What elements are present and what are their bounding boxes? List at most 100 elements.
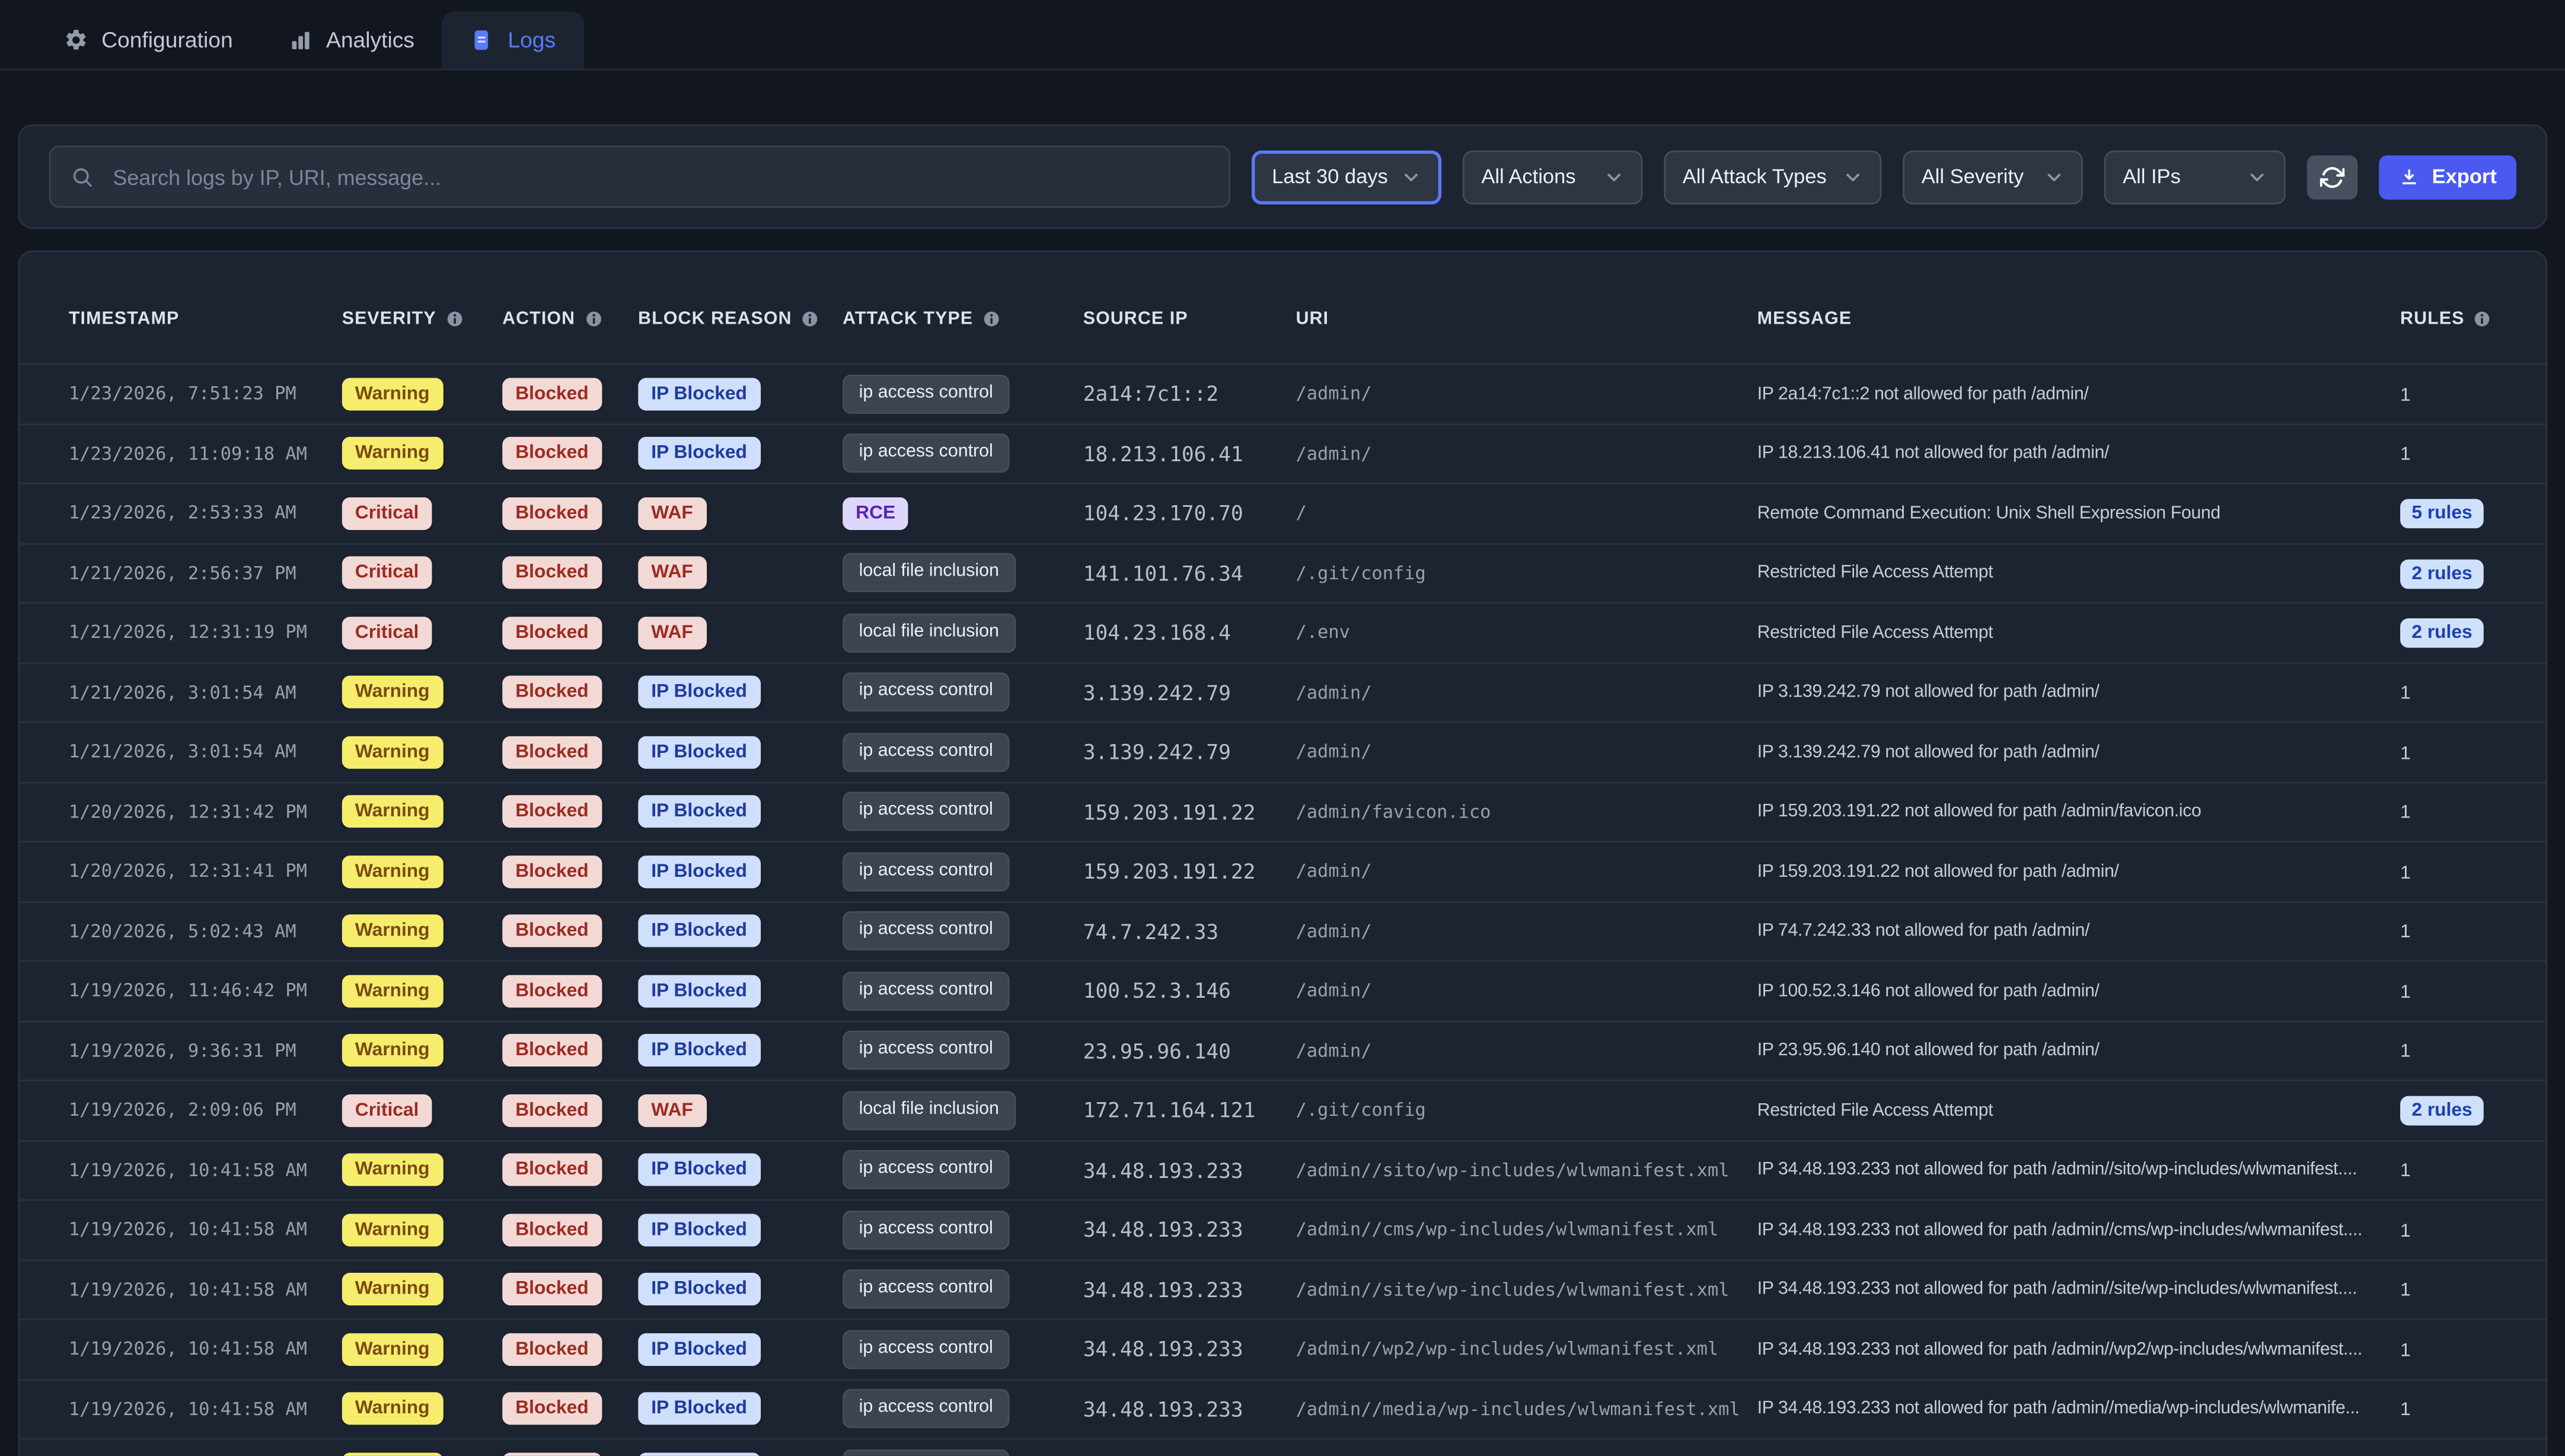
action-badge: Blocked	[502, 855, 602, 888]
timestamp-cell: 1/19/2026, 10:41:58 AM	[69, 1339, 342, 1360]
tab-configuration[interactable]: Configuration	[36, 11, 261, 69]
action-badge: Blocked	[502, 437, 602, 470]
table-row[interactable]: 1/19/2026, 10:41:58 AM Warning Blocked I…	[20, 1139, 2546, 1199]
chevron-down-icon	[2247, 166, 2269, 187]
table-row[interactable]: 1/20/2026, 5:02:43 AM Warning Blocked IP…	[20, 901, 2546, 960]
search-input[interactable]	[110, 163, 1210, 191]
attack-type-badge: ip access control	[843, 912, 1009, 951]
column-header-rules: RULES	[2400, 309, 2497, 329]
rules-cell: 2 rules	[2400, 618, 2484, 649]
action-badge: Blocked	[502, 676, 602, 709]
info-icon[interactable]	[444, 309, 464, 329]
severity-select[interactable]: All Severity	[1903, 149, 2084, 203]
severity-badge: Critical	[342, 1094, 432, 1127]
table-row[interactable]: 1/19/2026, 10:41:58 AM Warning Blocked I…	[20, 1199, 2546, 1259]
gear-icon	[64, 28, 88, 52]
uri-cell: /admin/	[1296, 742, 1757, 763]
tab-analytics[interactable]: Analytics	[261, 11, 442, 69]
table-row[interactable]: 1/19/2026, 10:41:58 AM Warning Blocked I…	[20, 1259, 2546, 1318]
attack-types-value: All Attack Types	[1683, 165, 1827, 189]
rules-cell: 1	[2400, 983, 2411, 1002]
timestamp-cell: 1/20/2026, 12:31:41 PM	[69, 861, 342, 882]
info-icon[interactable]	[2473, 309, 2492, 329]
chevron-down-icon	[2044, 166, 2066, 187]
info-icon[interactable]	[800, 309, 819, 329]
table-row[interactable]: 1/21/2026, 2:56:37 PM Critical Blocked W…	[20, 542, 2546, 602]
table-row[interactable]: 1/19/2026, 2:09:06 PM Critical Blocked W…	[20, 1080, 2546, 1139]
source-ip-cell: 34.48.193.233	[1083, 1337, 1296, 1361]
table-row[interactable]: 1/23/2026, 7:51:23 PM Warning Blocked IP…	[20, 363, 2546, 423]
message-cell: IP 34.48.193.233 not allowed for path /a…	[1757, 1339, 2400, 1359]
ips-value: All IPs	[2123, 165, 2181, 189]
date-range-select[interactable]: Last 30 days	[1252, 149, 1442, 203]
source-ip-cell: 141.101.76.34	[1083, 561, 1296, 585]
info-icon[interactable]	[981, 309, 1001, 329]
column-header-message: MESSAGE	[1757, 309, 2400, 329]
uri-cell: /admin//wp2/wp-includes/wlwmanifest.xml	[1296, 1339, 1757, 1360]
message-cell: IP 34.48.193.233 not allowed for path /a…	[1757, 1399, 2400, 1419]
uri-cell: /admin//site/wp-includes/wlwmanifest.xml	[1296, 1279, 1757, 1300]
timestamp-cell: 1/21/2026, 2:56:37 PM	[69, 563, 342, 584]
source-ip-cell: 3.139.242.79	[1083, 680, 1296, 704]
severity-badge: Warning	[342, 855, 443, 888]
uri-cell: /admin//cms/wp-includes/wlwmanifest.xml	[1296, 1219, 1757, 1240]
table-row[interactable]: 1/19/2026, 9:36:31 PM Warning Blocked IP…	[20, 1020, 2546, 1080]
rules-cell: 1	[2400, 445, 2411, 465]
table-row[interactable]: 1/20/2026, 12:31:42 PM Warning Blocked I…	[20, 781, 2546, 841]
uri-cell: /admin/	[1296, 1040, 1757, 1061]
attack-type-badge: ip access control	[843, 972, 1009, 1011]
filters-panel: Last 30 days All Actions All Attack Type…	[18, 124, 2547, 229]
table-row[interactable]: 1/19/2026, 10:41:58 AM Warning Blocked I…	[20, 1438, 2546, 1456]
block-reason-badge: IP Blocked	[638, 437, 760, 470]
refresh-button[interactable]	[2308, 155, 2359, 199]
ips-select[interactable]: All IPs	[2105, 149, 2286, 203]
uri-cell: /admin/	[1296, 383, 1757, 404]
table-row[interactable]: 1/19/2026, 10:41:58 AM Warning Blocked I…	[20, 1378, 2546, 1438]
refresh-icon	[2321, 164, 2345, 189]
table-row[interactable]: 1/23/2026, 11:09:18 AM Warning Blocked I…	[20, 423, 2546, 483]
block-reason-badge: IP Blocked	[638, 1452, 760, 1456]
uri-cell: /admin//media/wp-includes/wlwmanifest.xm…	[1296, 1398, 1757, 1420]
message-cell: IP 159.203.191.22 not allowed for path /…	[1757, 862, 2400, 882]
info-icon[interactable]	[583, 309, 603, 329]
block-reason-badge: IP Blocked	[638, 377, 760, 410]
table-row[interactable]: 1/19/2026, 11:46:42 PM Warning Blocked I…	[20, 960, 2546, 1020]
column-header-timestamp: TIMESTAMP	[69, 309, 342, 329]
source-ip-cell: 159.203.191.22	[1083, 800, 1296, 824]
timestamp-cell: 1/20/2026, 5:02:43 AM	[69, 921, 342, 942]
table-row[interactable]: 1/21/2026, 3:01:54 AM Warning Blocked IP…	[20, 662, 2546, 721]
tab-logs[interactable]: Logs	[442, 11, 583, 69]
message-cell: Restricted File Access Attempt	[1757, 1100, 2400, 1120]
export-button[interactable]: Export	[2379, 155, 2516, 199]
table-row[interactable]: 1/20/2026, 12:31:41 PM Warning Blocked I…	[20, 841, 2546, 901]
uri-cell: /admin/	[1296, 443, 1757, 464]
search-icon	[71, 164, 95, 189]
attack-type-badge: ip access control	[843, 852, 1009, 891]
severity-badge: Warning	[342, 1213, 443, 1246]
attack-type-badge: local file inclusion	[843, 1091, 1015, 1130]
log-table-panel: TIMESTAMP SEVERITY ACTION BLOCK REASON A…	[18, 250, 2547, 1456]
attack-types-select[interactable]: All Attack Types	[1664, 149, 1882, 203]
actions-select[interactable]: All Actions	[1463, 149, 1644, 203]
severity-badge: Warning	[342, 377, 443, 410]
block-reason-badge: IP Blocked	[638, 795, 760, 828]
attack-type-badge: ip access control	[843, 793, 1009, 832]
timestamp-cell: 1/19/2026, 2:09:06 PM	[69, 1100, 342, 1121]
attack-type-badge: ip access control	[843, 733, 1009, 772]
source-ip-cell: 34.48.193.233	[1083, 1277, 1296, 1301]
message-cell: IP 100.52.3.146 not allowed for path /ad…	[1757, 981, 2400, 1001]
tab-label: Logs	[508, 28, 556, 52]
attack-type-badge: ip access control	[843, 1390, 1009, 1429]
table-row[interactable]: 1/23/2026, 2:53:33 AM Critical Blocked W…	[20, 483, 2546, 542]
severity-badge: Critical	[342, 497, 432, 530]
source-ip-cell: 34.48.193.233	[1083, 1397, 1296, 1421]
action-badge: Blocked	[502, 1452, 602, 1456]
table-row[interactable]: 1/19/2026, 10:41:58 AM Warning Blocked I…	[20, 1318, 2546, 1378]
source-ip-cell: 2a14:7c1::2	[1083, 382, 1296, 406]
table-row[interactable]: 1/21/2026, 3:01:54 AM Warning Blocked IP…	[20, 721, 2546, 781]
rules-cell: 1	[2400, 923, 2411, 943]
action-badge: Blocked	[502, 556, 602, 589]
bar-chart-icon	[289, 28, 313, 52]
table-row[interactable]: 1/21/2026, 12:31:19 PM Critical Blocked …	[20, 602, 2546, 662]
message-cell: IP 18.213.106.41 not allowed for path /a…	[1757, 443, 2400, 463]
